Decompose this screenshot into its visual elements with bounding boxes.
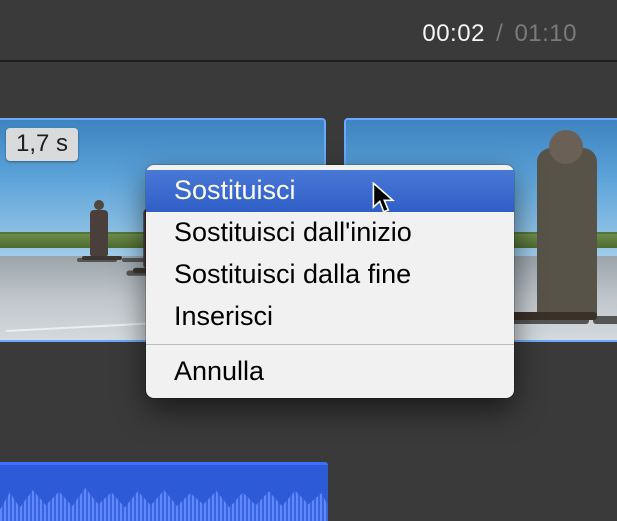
menu-item-label: Sostituisci dall'inizio [174, 217, 412, 247]
thumbnail-skater-icon [537, 148, 597, 318]
timecode-total: 01:10 [514, 20, 577, 47]
menu-item-label: Sostituisci [174, 175, 296, 205]
top-bar: 00:02 / 01:10 [0, 0, 617, 62]
waveform-fill [0, 484, 328, 521]
menu-item-insert[interactable]: Inserisci [146, 296, 514, 338]
audio-waveform[interactable] [0, 462, 328, 521]
timecode-readout: 00:02 / 01:10 [422, 20, 577, 48]
menu-item-replace-from-start[interactable]: Sostituisci dall'inizio [146, 212, 514, 254]
menu-item-label: Sostituisci dalla fine [174, 259, 411, 289]
timecode-current: 00:02 [422, 20, 485, 47]
menu-item-label: Inserisci [174, 301, 273, 331]
clip-duration-badge: 1,7 s [6, 128, 78, 161]
menu-item-label: Annulla [174, 356, 264, 386]
menu-item-replace-from-end[interactable]: Sostituisci dalla fine [146, 254, 514, 296]
menu-item-replace[interactable]: Sostituisci [146, 170, 514, 212]
menu-separator [146, 344, 514, 345]
thumbnail-skater-icon [90, 210, 108, 256]
timecode-separator: / [496, 20, 503, 47]
context-menu: Sostituisci Sostituisci dall'inizio Sost… [146, 165, 514, 398]
menu-item-cancel[interactable]: Annulla [146, 351, 514, 393]
